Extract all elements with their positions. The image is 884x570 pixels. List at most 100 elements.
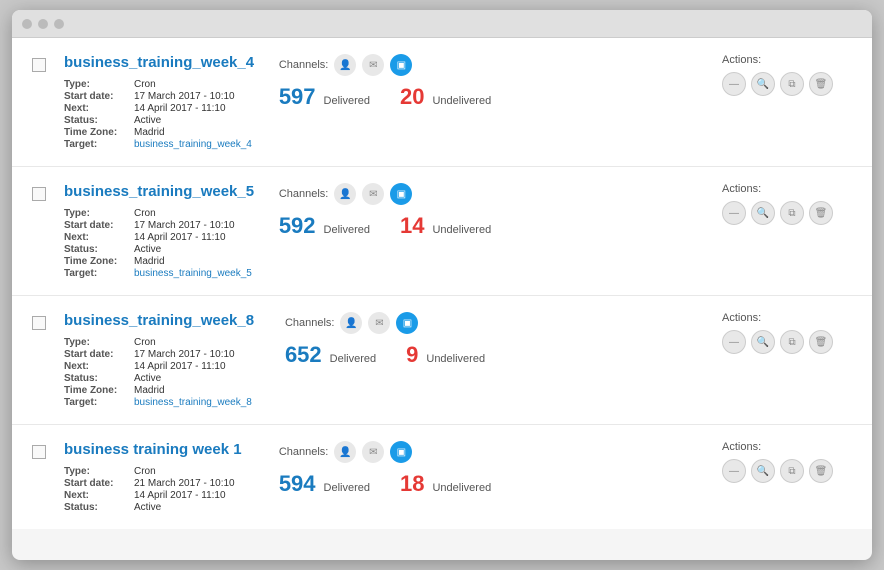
search-icon[interactable]: 🔍 (751, 201, 775, 225)
undelivered-label: Undelivered (426, 353, 485, 365)
push-icon[interactable]: ▣ (390, 54, 412, 76)
meta-value: 17 March 2017 - 10:10 (134, 220, 263, 231)
meta-value: business_training_week_8 (134, 397, 269, 408)
push-icon[interactable]: ▣ (390, 183, 412, 205)
trash-icon[interactable]: 🗑 (809, 330, 833, 354)
channels-row: Channels:👤✉▣ (285, 312, 419, 334)
undelivered-stat: 14Undelivered (400, 213, 491, 239)
channels-section: Channels:👤✉▣594Delivered18Undelivered (279, 441, 491, 497)
meta-label: Start date: (64, 91, 134, 102)
meta-label: Type: (64, 208, 134, 219)
search-icon[interactable]: 🔍 (751, 459, 775, 483)
campaign-title[interactable]: business_training_week_8 (64, 312, 269, 329)
campaign-title[interactable]: business_training_week_4 (64, 54, 263, 71)
table-row: business_training_week_4Type:CronStart d… (12, 38, 872, 167)
channels-section: Channels: 👤 ✉ ▣ 597 Delivered 20Undelivered (279, 54, 491, 110)
email-icon[interactable]: ✉ (362, 54, 384, 76)
undelivered-count: 20 (400, 84, 424, 110)
delivered-stat: 597 Delivered (279, 84, 370, 110)
meta-value: 17 March 2017 - 10:10 (134, 91, 263, 102)
meta-label: Status: (64, 502, 134, 513)
row-checkbox[interactable] (32, 58, 48, 77)
channels-row: Channels:👤✉▣ (279, 183, 413, 205)
trash-icon[interactable]: 🗑 (809, 72, 833, 96)
titlebar (12, 10, 872, 38)
trash-icon[interactable]: 🗑 (809, 201, 833, 225)
delivered-count: 652 (285, 342, 322, 368)
delivered-stat: 652 Delivered (285, 342, 376, 368)
campaign-info: business_training_week_5 Type:CronStart d… (64, 183, 263, 279)
push-icon[interactable]: ▣ (396, 312, 418, 334)
delivered-label: Delivered (330, 353, 376, 365)
meta-value: 14 April 2017 - 11:10 (134, 490, 263, 501)
actions-icons: —🔍⧉🗑 (722, 459, 833, 483)
meta-value: Cron (134, 208, 263, 219)
meta-value: Active (134, 244, 263, 255)
copy-icon[interactable]: ⧉ (780, 201, 804, 225)
campaigns-list: business_training_week_4Type:CronStart d… (12, 38, 872, 529)
sms-icon[interactable]: 👤 (334, 183, 356, 205)
delivered-label: Delivered (324, 95, 370, 107)
undelivered-stat: 20Undelivered (400, 84, 491, 110)
meta-label: Status: (64, 373, 134, 384)
email-icon[interactable]: ✉ (362, 183, 384, 205)
row-checkbox[interactable] (32, 316, 48, 335)
delivered-stat: 592Delivered (279, 213, 370, 239)
sms-icon[interactable]: 👤 (334, 54, 356, 76)
meta-value: Active (134, 115, 263, 126)
undelivered-stat: 18Undelivered (400, 471, 491, 497)
table-row: business_training_week_5 Type:CronStart d… (12, 167, 872, 296)
channels-label: Channels: (279, 59, 329, 71)
copy-icon[interactable]: ⧉ (780, 72, 804, 96)
minus-icon[interactable]: — (722, 72, 746, 96)
meta-label: Target: (64, 139, 134, 150)
meta-value: Active (134, 502, 263, 513)
sms-icon[interactable]: 👤 (340, 312, 362, 334)
undelivered-count: 9 (406, 342, 418, 368)
campaign-meta: Type:CronStart date:17 March 2017 - 10:1… (64, 208, 263, 279)
email-icon[interactable]: ✉ (368, 312, 390, 334)
copy-icon[interactable]: ⧉ (780, 330, 804, 354)
push-icon[interactable]: ▣ (390, 441, 412, 463)
row-checkbox[interactable] (32, 187, 48, 206)
trash-icon[interactable]: 🗑 (809, 459, 833, 483)
campaign-meta: Type:CronStart date:17 March 2017 - 10:1… (64, 337, 269, 408)
meta-label: Start date: (64, 478, 134, 489)
actions-icons: —🔍⧉🗑 (722, 72, 833, 96)
campaign-title[interactable]: business_training_week_5 (64, 183, 263, 200)
campaign-info: business_training_week_4Type:CronStart d… (64, 54, 263, 150)
row-checkbox[interactable] (32, 445, 48, 464)
meta-value: 21 March 2017 - 10:10 (134, 478, 263, 489)
meta-label: Next: (64, 103, 134, 114)
email-icon[interactable]: ✉ (362, 441, 384, 463)
copy-icon[interactable]: ⧉ (780, 459, 804, 483)
meta-label: Start date: (64, 349, 134, 360)
actions-section: Actions:—🔍⧉🗑 (722, 54, 852, 96)
campaign-title[interactable]: business training week 1 (64, 441, 263, 458)
campaign-meta: Type:CronStart date:21 March 2017 - 10:1… (64, 466, 263, 513)
meta-label: Next: (64, 490, 134, 501)
stats-row: 592Delivered 14Undelivered (279, 213, 491, 239)
meta-value: Cron (134, 337, 269, 348)
undelivered-count: 14 (400, 213, 424, 239)
minus-icon[interactable]: — (722, 330, 746, 354)
search-icon[interactable]: 🔍 (751, 330, 775, 354)
actions-label: Actions: (722, 312, 761, 324)
minus-icon[interactable]: — (722, 459, 746, 483)
titlebar-dot-2 (38, 19, 48, 29)
delivered-label: Delivered (324, 482, 370, 494)
meta-value: 14 April 2017 - 11:10 (134, 103, 263, 114)
delivered-count: 594 (279, 471, 316, 497)
actions-section: Actions:—🔍⧉🗑 (722, 183, 852, 225)
channels-row: Channels: 👤 ✉ ▣ (279, 54, 413, 76)
delivered-count: 597 (279, 84, 316, 110)
meta-label: Type: (64, 337, 134, 348)
sms-icon[interactable]: 👤 (334, 441, 356, 463)
meta-value: business_training_week_4 (134, 139, 263, 150)
actions-icons: —🔍⧉🗑 (722, 201, 833, 225)
meta-label: Type: (64, 466, 134, 477)
meta-value: Madrid (134, 127, 263, 138)
app-window: business_training_week_4Type:CronStart d… (12, 10, 872, 560)
minus-icon[interactable]: — (722, 201, 746, 225)
search-icon[interactable]: 🔍 (751, 72, 775, 96)
